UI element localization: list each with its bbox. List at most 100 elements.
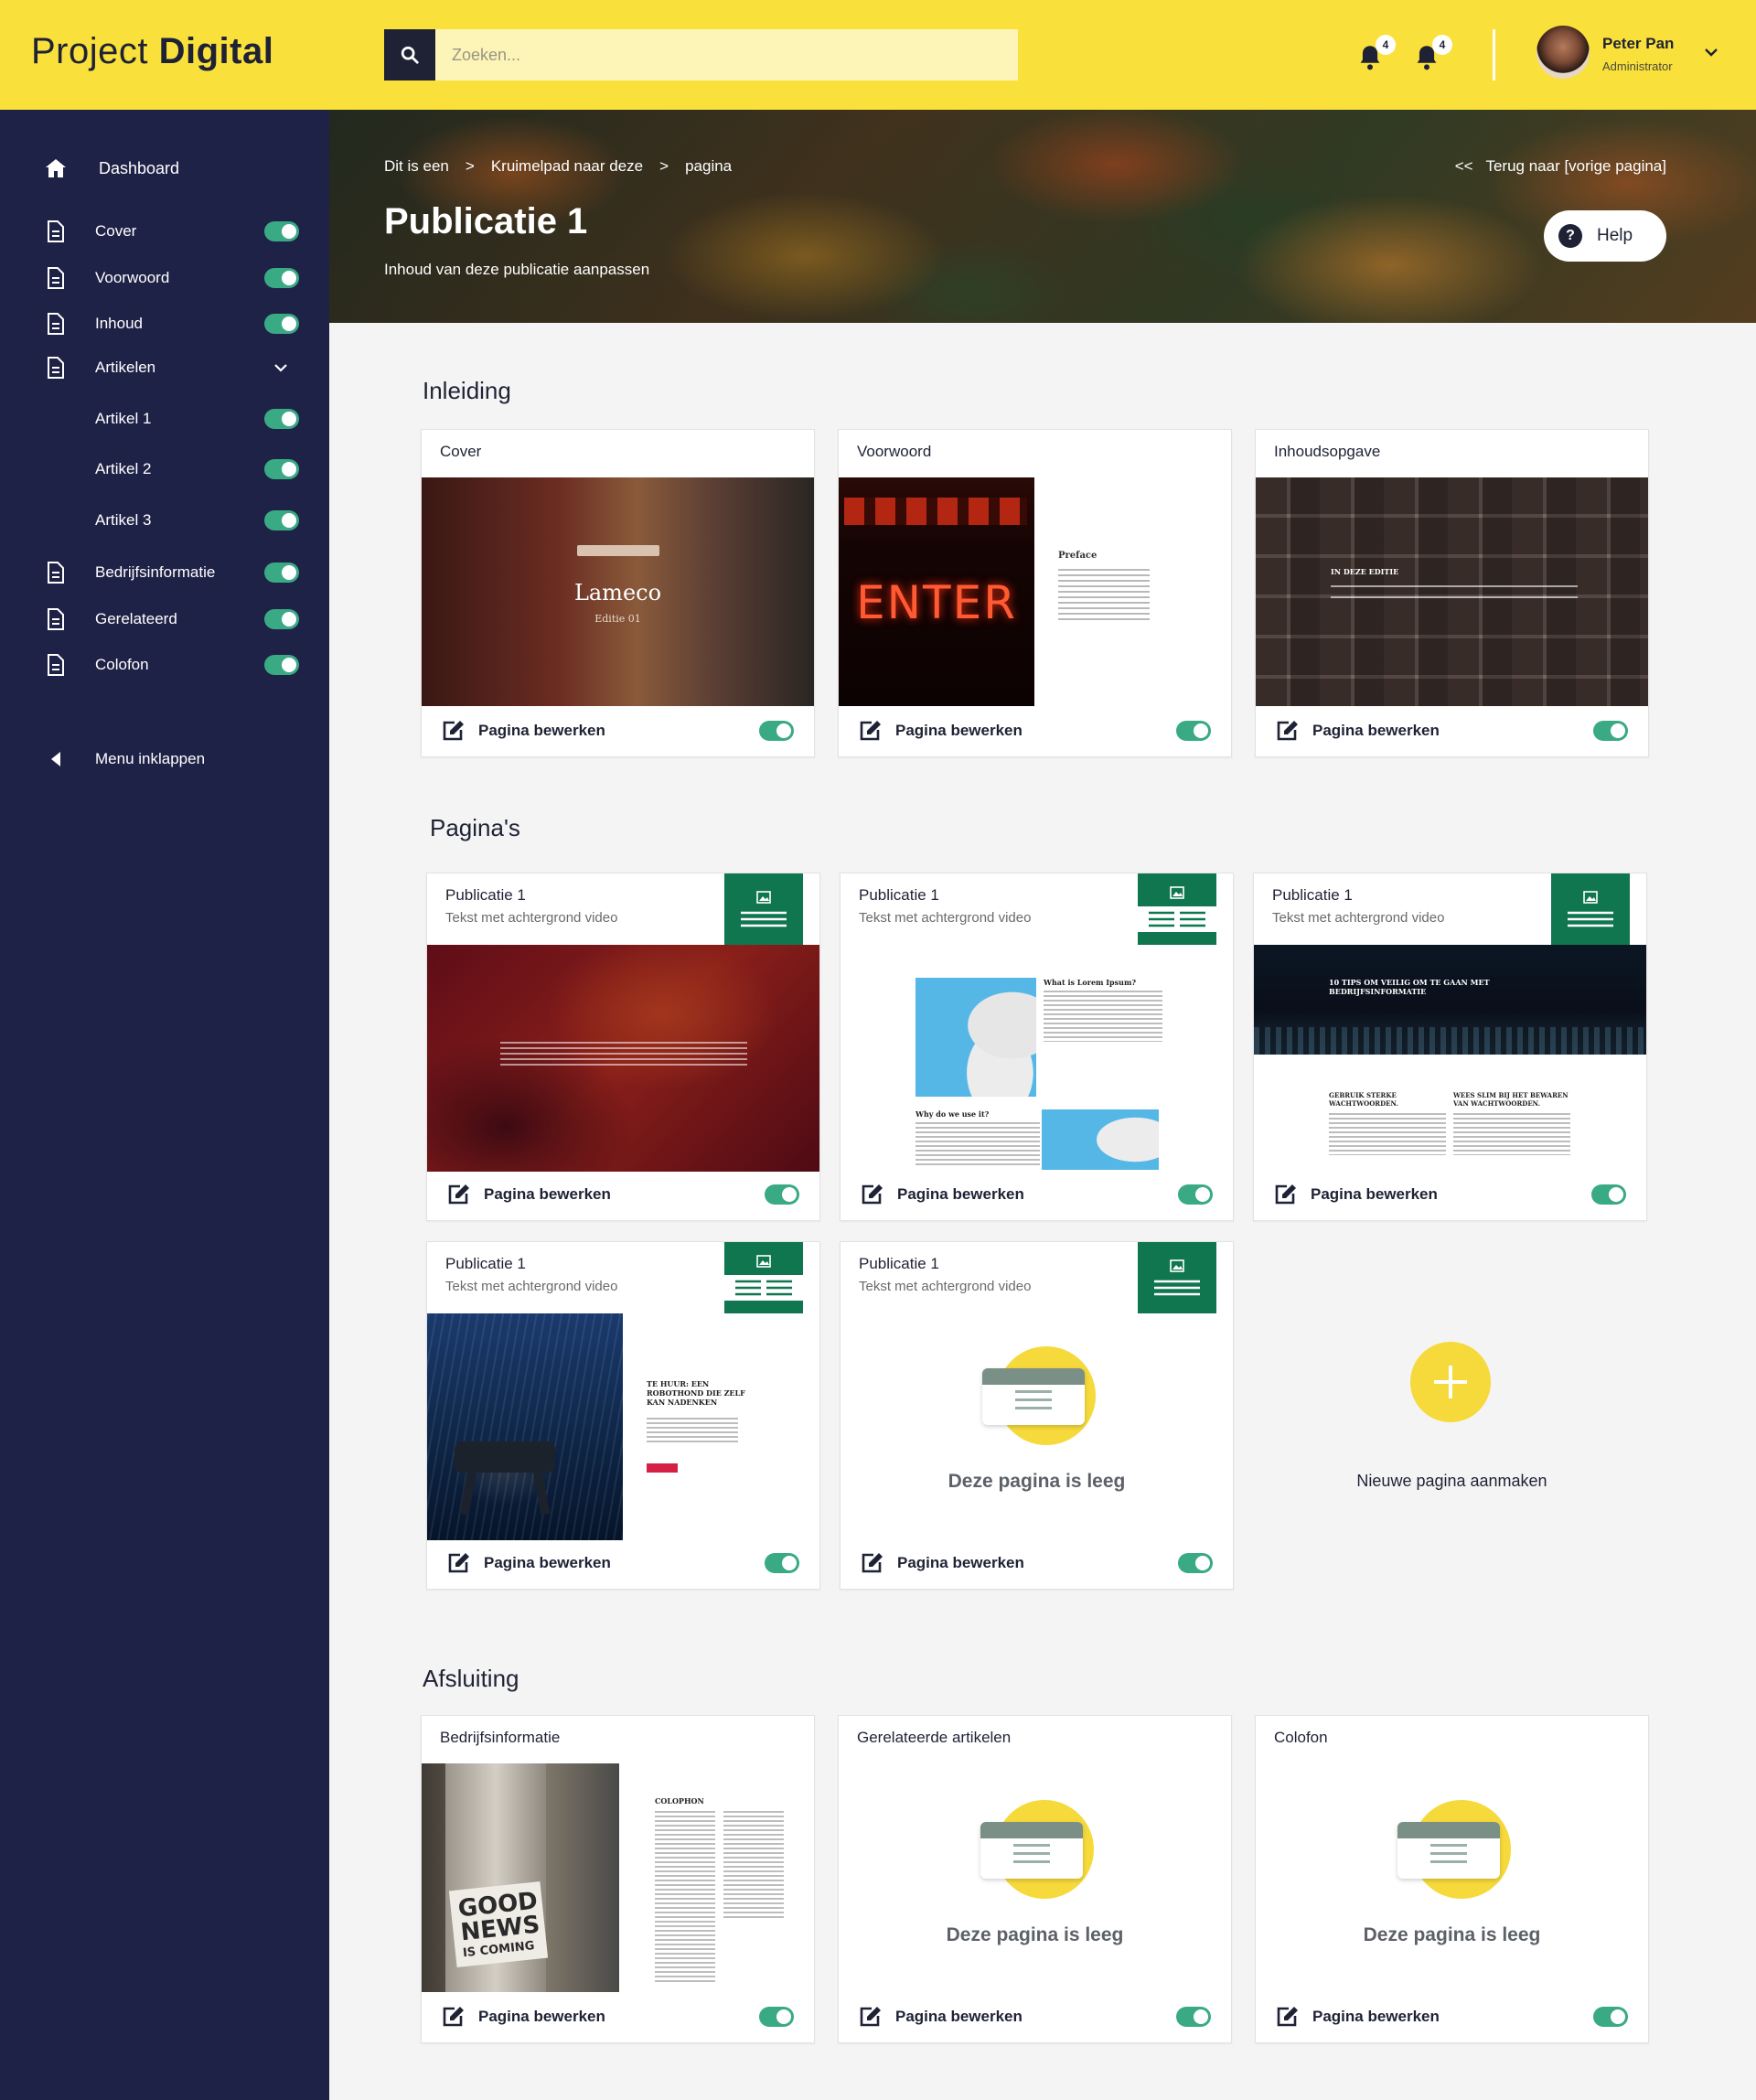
cover-thumbnail[interactable]: Lameco Editie 01 <box>422 477 814 706</box>
visibility-toggle[interactable] <box>1176 2007 1211 2027</box>
breadcrumb-item[interactable]: Kruimelpad naar deze <box>491 157 643 176</box>
edit-icon[interactable] <box>859 720 883 742</box>
cover-title: Lameco <box>573 580 662 605</box>
sidebar-item-label: Colofon <box>95 656 149 673</box>
visibility-toggle[interactable] <box>1593 721 1628 741</box>
visibility-toggle[interactable] <box>264 510 299 530</box>
sidebar-item-gerelateerd[interactable]: Gerelateerd <box>0 601 329 638</box>
page-card-cover[interactable]: Cover Lameco Editie 01 Pagina bewerken <box>421 429 815 757</box>
edit-page-link[interactable]: Pagina bewerken <box>1312 2008 1440 2026</box>
visibility-toggle[interactable] <box>264 609 299 629</box>
page-card-voorwoord[interactable]: Voorwoord ENTER Preface Pagina bewerken <box>838 429 1232 757</box>
page-card[interactable]: Publicatie 1 Tekst met achtergrond video… <box>840 873 1234 1221</box>
edit-page-link[interactable]: Pagina bewerken <box>895 722 1023 740</box>
search-input[interactable] <box>435 29 1018 80</box>
edit-icon[interactable] <box>447 1184 471 1205</box>
card-label: Publicatie 1 <box>859 886 939 904</box>
visibility-toggle[interactable] <box>759 2007 794 2027</box>
sidebar-item-cover[interactable]: Cover <box>0 213 329 250</box>
collapse-menu-button[interactable]: Menu inklappen <box>0 741 329 777</box>
edit-icon[interactable] <box>442 2006 466 2028</box>
card-label: Voorwoord <box>857 443 932 460</box>
edit-page-link[interactable]: Pagina bewerken <box>895 2008 1023 2026</box>
page-card-colofon[interactable]: Colofon Deze pagina is leeg Pagina bewer… <box>1255 1715 1649 2043</box>
edit-icon[interactable] <box>861 1184 884 1205</box>
page-card[interactable]: Publicatie 1 Tekst met achtergrond video… <box>426 1241 820 1590</box>
visibility-toggle[interactable] <box>264 562 299 583</box>
sidebar-item-colofon[interactable]: Colofon <box>0 647 329 683</box>
notifications-button[interactable]: 4 <box>1357 35 1396 73</box>
page-card-inhoudsopgave[interactable]: Inhoudsopgave IN DEZE EDITIE Pagina bewe… <box>1255 429 1649 757</box>
sidebar-item-artikel-2[interactable]: Artikel 2 <box>0 451 329 488</box>
edit-page-link[interactable]: Pagina bewerken <box>478 2008 605 2026</box>
page-thumbnail[interactable]: TE HUUR: EEN ROBOTHOND DIE ZELF KAN NADE… <box>427 1313 819 1540</box>
image-icon <box>1583 891 1598 904</box>
sidebar-item-label: Artikel 1 <box>95 410 152 427</box>
search-button[interactable] <box>384 29 435 80</box>
user-name[interactable]: Peter Pan <box>1602 35 1674 53</box>
edit-icon[interactable] <box>1276 720 1300 742</box>
visibility-toggle[interactable] <box>1178 1553 1213 1573</box>
visibility-toggle[interactable] <box>765 1184 799 1205</box>
visibility-toggle[interactable] <box>1176 721 1211 741</box>
bedrijfsinformatie-thumbnail[interactable]: GOOD NEWS IS COMING COLOPHON <box>422 1763 814 1992</box>
visibility-toggle[interactable] <box>1593 2007 1628 2027</box>
map-image <box>1042 1109 1159 1170</box>
visibility-toggle[interactable] <box>1178 1184 1213 1205</box>
page-thumbnail[interactable]: What is Lorem Ipsum? Why do we use it? <box>841 945 1233 1172</box>
edit-icon[interactable] <box>861 1552 884 1574</box>
app-logo[interactable]: Project Digital <box>31 31 273 72</box>
edit-icon[interactable] <box>859 2006 883 2028</box>
thumbnail-text-lines <box>723 1811 784 1921</box>
breadcrumb-item[interactable]: pagina <box>685 157 732 176</box>
visibility-toggle[interactable] <box>264 314 299 334</box>
edit-icon[interactable] <box>442 720 466 742</box>
page-thumbnail[interactable] <box>427 945 819 1172</box>
edit-page-link[interactable]: Pagina bewerken <box>1312 722 1440 740</box>
visibility-toggle[interactable] <box>264 459 299 479</box>
edit-page-link[interactable]: Pagina bewerken <box>484 1185 611 1204</box>
messages-button[interactable]: 4 <box>1414 35 1452 73</box>
breadcrumb-item[interactable]: Dit is een <box>384 157 449 176</box>
visibility-toggle[interactable] <box>759 721 794 741</box>
visibility-toggle[interactable] <box>765 1553 799 1573</box>
avatar[interactable] <box>1536 26 1590 79</box>
preface-heading: Preface <box>1058 551 1098 561</box>
page-thumbnail[interactable]: 10 TIPS OM VEILIG OM TE GAAN MET BEDRIJF… <box>1254 945 1646 1172</box>
sidebar-item-artikel-1[interactable]: Artikel 1 <box>0 401 329 437</box>
visibility-toggle[interactable] <box>264 268 299 288</box>
edit-icon[interactable] <box>1276 2006 1300 2028</box>
edit-icon[interactable] <box>1274 1184 1298 1205</box>
page-card[interactable]: Publicatie 1 Tekst met achtergrond video… <box>1253 873 1647 1221</box>
visibility-toggle[interactable] <box>264 655 299 675</box>
new-page-button[interactable]: Nieuwe pagina aanmaken <box>1255 1241 1649 1590</box>
edit-page-link[interactable]: Pagina bewerken <box>897 1185 1024 1204</box>
chevron-down-icon[interactable] <box>273 359 289 376</box>
back-link[interactable]: << Terug naar [vorige pagina] <box>1455 157 1666 176</box>
visibility-toggle[interactable] <box>264 409 299 429</box>
sidebar-item-artikel-3[interactable]: Artikel 3 <box>0 502 329 539</box>
visibility-toggle[interactable] <box>264 221 299 241</box>
visibility-toggle[interactable] <box>1591 1184 1626 1205</box>
voorwoord-thumbnail[interactable]: ENTER Preface <box>839 477 1231 706</box>
sidebar-item-inhoud[interactable]: Inhoud <box>0 305 329 342</box>
edit-page-link[interactable]: Pagina bewerken <box>897 1554 1024 1572</box>
edit-page-link[interactable]: Pagina bewerken <box>478 722 605 740</box>
sidebar-item-voorwoord[interactable]: Voorwoord <box>0 260 329 296</box>
page-card-gerelateerde-artikelen[interactable]: Gerelateerde artikelen Deze pagina is le… <box>838 1715 1232 2043</box>
edit-icon[interactable] <box>447 1552 471 1574</box>
thumbnail-text-lines <box>1453 1113 1570 1155</box>
page-card[interactable]: Publicatie 1 Tekst met achtergrond video… <box>426 873 820 1221</box>
sidebar-item-artikelen[interactable]: Artikelen <box>0 349 329 386</box>
page-card[interactable]: Publicatie 1 Tekst met achtergrond video… <box>840 1241 1234 1590</box>
page-title: Publicatie 1 <box>384 201 588 241</box>
help-button[interactable]: ? Help <box>1544 210 1666 262</box>
chevron-down-icon[interactable] <box>1703 44 1719 60</box>
page-card-bedrijfsinformatie[interactable]: Bedrijfsinformatie GOOD NEWS IS COMING C… <box>421 1715 815 2043</box>
sidebar-item-dashboard[interactable]: Dashboard <box>0 150 329 187</box>
edit-page-link[interactable]: Pagina bewerken <box>484 1554 611 1572</box>
inhoudsopgave-thumbnail[interactable]: IN DEZE EDITIE <box>1256 477 1648 706</box>
sidebar-item-bedrijfsinformatie[interactable]: Bedrijfsinformatie <box>0 554 329 591</box>
edit-page-link[interactable]: Pagina bewerken <box>1311 1185 1438 1204</box>
empty-page-text: Deze pagina is leeg <box>1363 1924 1541 1945</box>
